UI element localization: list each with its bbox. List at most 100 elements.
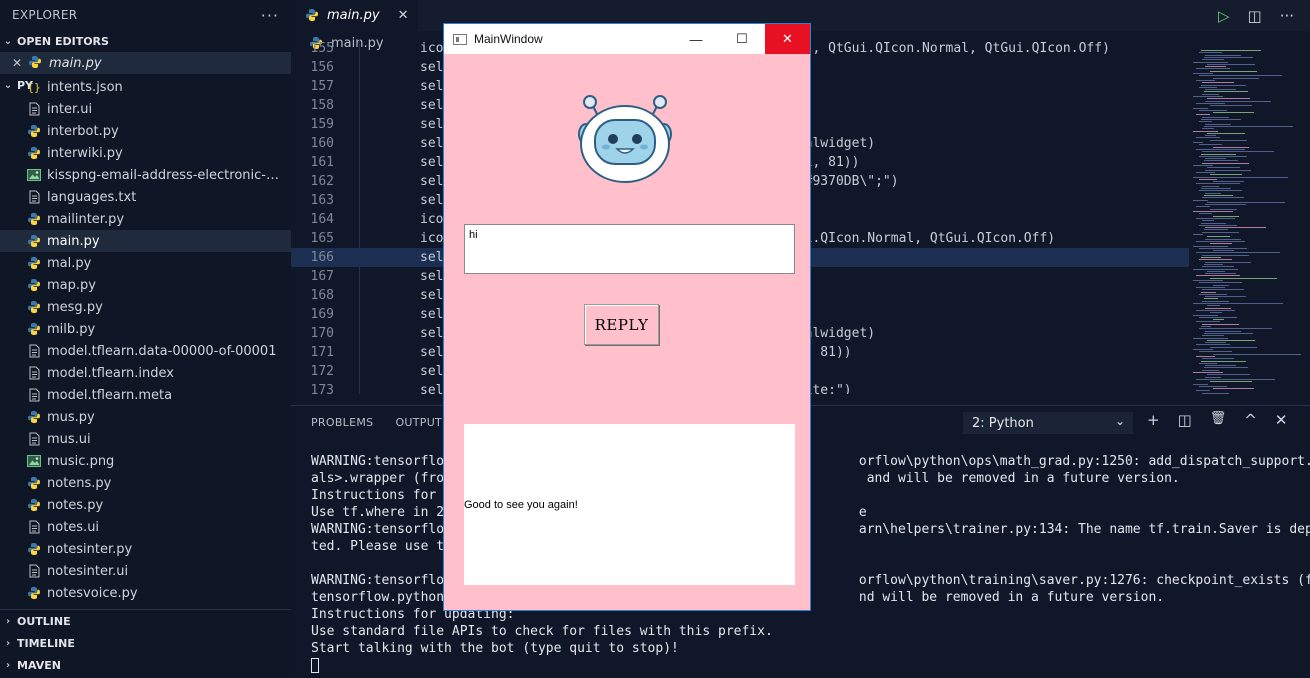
file-icon (26, 519, 42, 535)
reply-button[interactable]: REPLY (584, 304, 659, 345)
chatbot-window: MainWindow — ☐ ✕ hi REPLY Good to see yo… (443, 23, 811, 611)
terminal-select[interactable]: 2: Python ⌄ (963, 412, 1133, 434)
trash-icon[interactable]: 🗑 (1210, 411, 1227, 429)
message-input[interactable]: hi (464, 224, 795, 274)
file-label: model.tflearn.index (47, 365, 174, 381)
minimap-line (1199, 293, 1227, 295)
file-item[interactable]: notens.py (0, 472, 291, 494)
minimap-line (1202, 289, 1244, 291)
file-icon (26, 387, 42, 403)
file-item[interactable]: notesinter.ui (0, 560, 291, 582)
maximize-panel-icon[interactable]: ^ (1244, 411, 1257, 429)
minimap-line (1196, 79, 1215, 81)
python-icon (26, 409, 42, 425)
file-icon (26, 431, 42, 447)
minimap-line (1196, 114, 1210, 116)
maximize-button[interactable]: ☐ (719, 24, 765, 54)
minimap-line (1213, 181, 1244, 183)
minimap-line (1193, 337, 1228, 339)
file-item[interactable]: mal.py (0, 252, 291, 274)
timeline-section[interactable]: › TIMELINE (0, 632, 291, 654)
minimap-line (1210, 208, 1237, 210)
tab-output[interactable]: OUTPUT (395, 416, 442, 429)
close-panel-icon[interactable]: ✕ (1275, 411, 1288, 429)
run-icon[interactable]: ▷ (1218, 7, 1230, 25)
minimap-line (1201, 291, 1216, 293)
file-label: notens.py (47, 475, 112, 491)
more-actions-icon[interactable]: ··· (1280, 7, 1294, 25)
minimap-line (1207, 98, 1250, 100)
file-item[interactable]: milb.py (0, 318, 291, 340)
add-terminal-icon[interactable]: + (1147, 411, 1160, 429)
file-item[interactable]: model.tflearn.meta (0, 384, 291, 406)
tab-problems[interactable]: PROBLEMS (311, 416, 373, 429)
minimap-line (1193, 211, 1233, 212)
file-item[interactable]: languages.txt (0, 186, 291, 208)
file-item[interactable]: notesinter.py (0, 538, 291, 560)
tab-main-py[interactable]: main.py ✕ (291, 0, 419, 31)
file-item[interactable]: music.png (0, 450, 291, 472)
close-icon[interactable]: ✕ (398, 8, 409, 23)
file-item[interactable]: main.py (0, 230, 291, 252)
file-item[interactable]: mailinter.py (0, 208, 291, 230)
minimap-line (1193, 107, 1208, 109)
maven-section[interactable]: › MAVEN (0, 654, 291, 676)
minimap-line (1193, 199, 1208, 201)
minimap-line (1205, 376, 1221, 378)
terminal-line: Use standard file APIs to check for file… (311, 624, 773, 639)
file-label: languages.txt (47, 189, 137, 205)
file-item[interactable]: interbot.py (0, 120, 291, 142)
code-text: sel (420, 79, 444, 94)
minimap-line (1199, 155, 1247, 157)
explorer-header: EXPLORER ··· (0, 0, 291, 30)
file-item[interactable]: notesvoice.py (0, 582, 291, 604)
minimize-button[interactable]: — (673, 24, 719, 54)
minimap-line (1199, 52, 1222, 54)
file-item[interactable]: interwiki.py (0, 142, 291, 164)
split-terminal-icon[interactable]: ◫ (1178, 411, 1192, 429)
file-item[interactable]: mus.py (0, 406, 291, 428)
minimap-line (1201, 50, 1261, 51)
file-item[interactable]: map.py (0, 274, 291, 296)
minimap-line (1210, 243, 1232, 245)
explorer-more-button[interactable]: ··· (261, 6, 279, 25)
minimap[interactable] (1189, 48, 1301, 403)
file-label: mesg.py (47, 299, 103, 315)
minimap-line (1202, 197, 1244, 199)
file-item[interactable]: mesg.py (0, 296, 291, 318)
split-editor-icon[interactable]: ◫ (1248, 7, 1262, 25)
file-item[interactable]: mus.ui (0, 428, 291, 450)
minimap-line (1202, 266, 1234, 268)
python-icon (305, 8, 321, 24)
minimap-line (1204, 263, 1223, 265)
file-item[interactable]: kisspng-email-address-electronic-mailin.… (0, 164, 291, 186)
file-item[interactable]: notes.py (0, 494, 291, 516)
file-label: interbot.py (47, 123, 119, 139)
code-text: sel (420, 288, 444, 303)
window-titlebar[interactable]: MainWindow — ☐ ✕ (444, 24, 810, 54)
minimap-line (1205, 100, 1271, 102)
file-label: notesvoice.py (47, 585, 138, 601)
open-editors-header[interactable]: ⌄ OPEN EDITORS (0, 30, 291, 52)
open-editor-item[interactable]: ✕ main.py (0, 52, 291, 74)
minimap-line (1202, 231, 1239, 233)
close-icon[interactable]: ✕ (12, 56, 26, 70)
minimap-line (1204, 367, 1248, 369)
minimap-line (1201, 360, 1246, 362)
outline-section[interactable]: › OUTLINE (0, 610, 291, 632)
code-tail: Gui.QIcon.Normal, QtGui.QIcon.Off) (789, 231, 1056, 246)
file-item[interactable]: model.tflearn.data-00000-of-00001 (0, 340, 291, 362)
minimap-line (1199, 109, 1227, 111)
minimap-line (1196, 355, 1215, 357)
terminal-prompt[interactable] (311, 657, 1301, 674)
line-number: 162 (310, 174, 334, 189)
close-button[interactable]: ✕ (765, 24, 810, 54)
outline-label: OUTLINE (17, 614, 71, 628)
file-item[interactable]: inter.ui (0, 98, 291, 120)
file-item[interactable]: model.tflearn.index (0, 362, 291, 384)
file-item[interactable]: {} intents.json (0, 76, 291, 98)
bot-response-label: Good to see you again! (464, 424, 795, 585)
file-label: mal.py (47, 255, 92, 271)
file-item[interactable]: notes.ui (0, 516, 291, 538)
file-label: model.tflearn.data-00000-of-00001 (47, 343, 277, 359)
